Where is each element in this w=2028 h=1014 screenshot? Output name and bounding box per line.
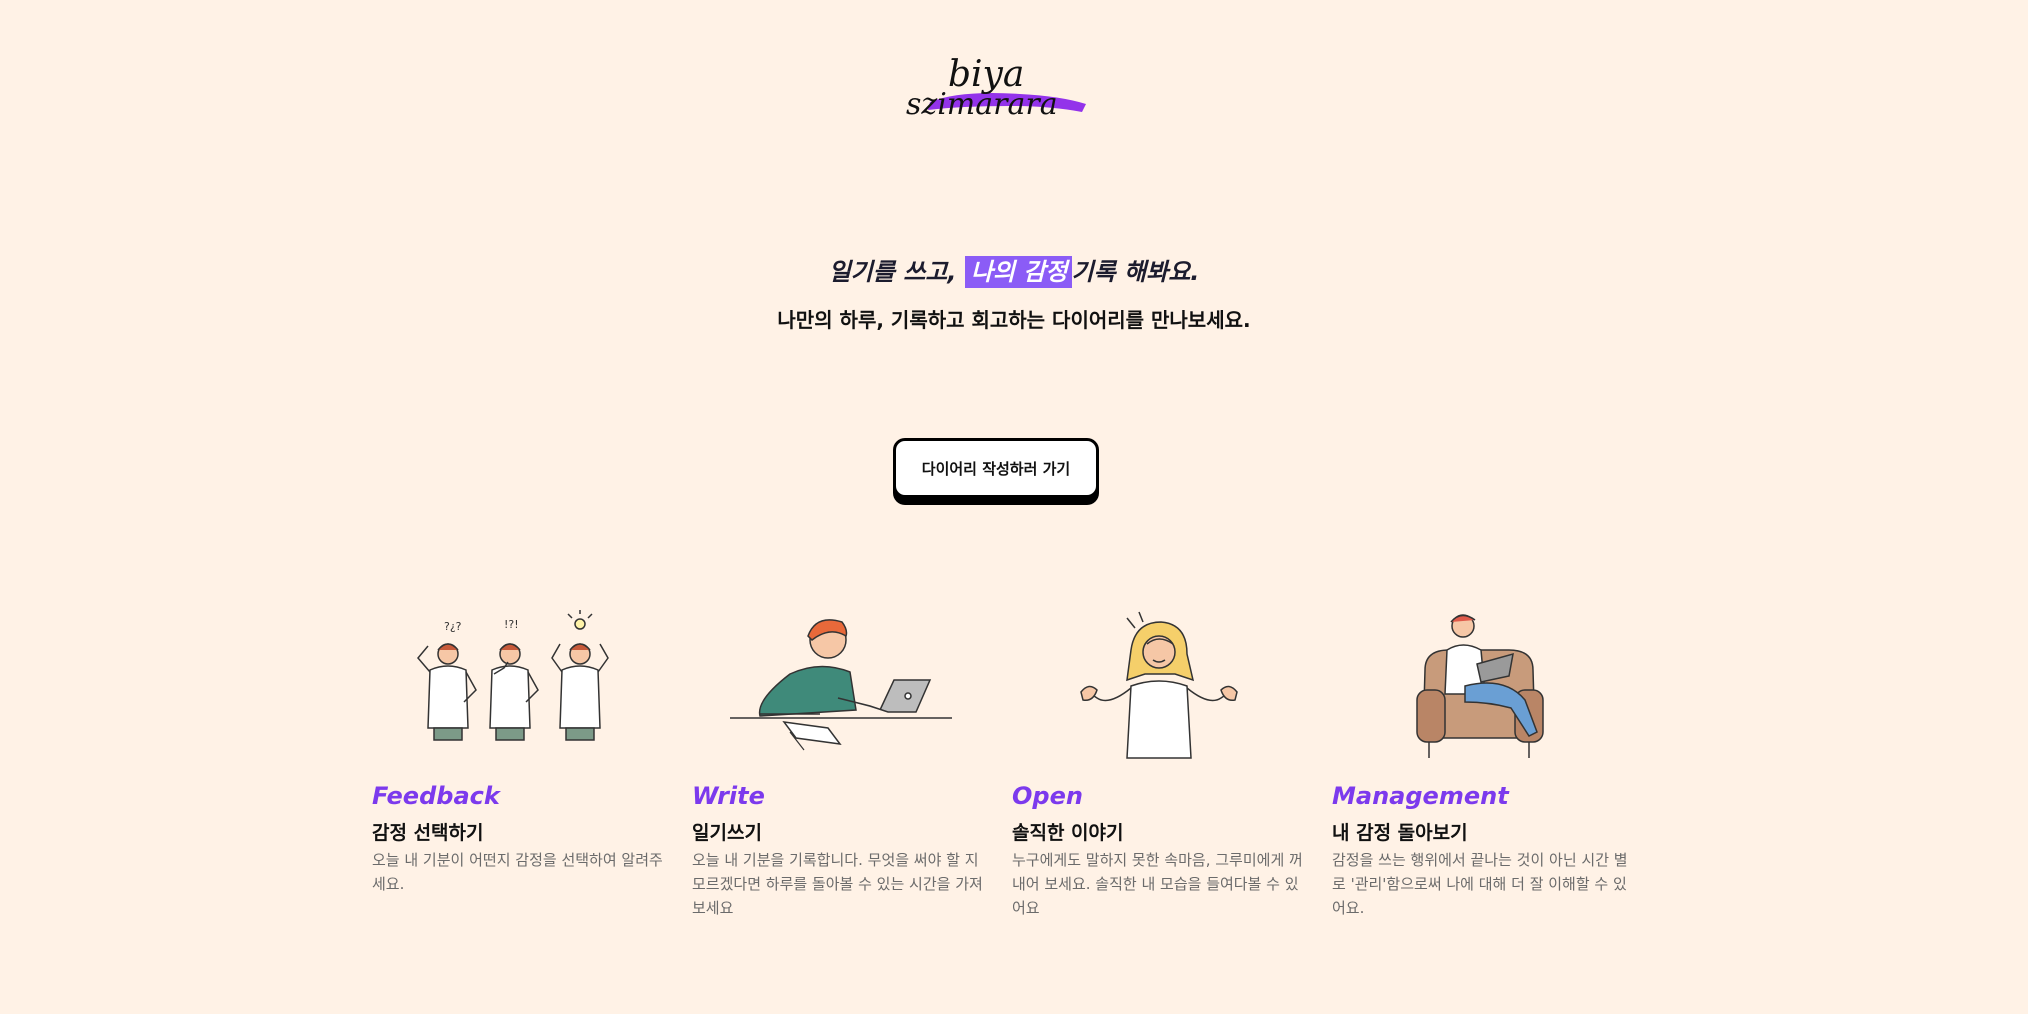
feature-tag: Management	[1332, 782, 1509, 810]
hero-subtitle: 나만의 하루, 기록하고 회고하는 다이어리를 만나보세요.	[777, 308, 1251, 332]
feature-description: 오늘 내 기분을 기록합니다. 무엇을 써야 할 지 모르겠다면 하루를 돌아볼…	[692, 851, 983, 917]
thinking-people-illustration: ?¿? !?!	[372, 600, 668, 760]
hero-title-before: 일기를 쓰고,	[828, 258, 965, 286]
person-laptop-illustration	[692, 600, 988, 760]
write-diary-button[interactable]: 다이어리 작성하러 가기	[893, 438, 1099, 498]
armchair-laptop-illustration	[1332, 600, 1628, 760]
feature-open: Open 솔직한 이야기 누구에게도 말하지 못한 속마음, 그루미에게 꺼내어…	[1012, 600, 1308, 920]
feature-write: Write 일기쓰기 오늘 내 기분을 기록합니다. 무엇을 써야 할 지 모르…	[692, 600, 988, 920]
svg-text:?¿?: ?¿?	[444, 620, 462, 633]
svg-text:!?!: !?!	[504, 618, 519, 631]
feature-description: 누구에게도 말하지 못한 속마음, 그루미에게 꺼내어 보세요. 솔직한 내 모…	[1012, 851, 1303, 917]
hero-title: 일기를 쓰고, 나의 감정 기록 해봐요.	[0, 252, 2028, 292]
hero-title-after: 기록 해봐요.	[1071, 258, 1200, 286]
feature-tag: Feedback	[372, 782, 500, 810]
feature-title: 내 감정 돌아보기	[1332, 822, 1468, 844]
shrugging-woman-illustration	[1012, 600, 1308, 760]
logo-line2: szimarara	[906, 87, 1058, 122]
feature-management: Management 내 감정 돌아보기 감정을 쓰는 행위에서 끝나는 것이 …	[1332, 600, 1628, 920]
feature-tag: Open	[1012, 782, 1083, 810]
feature-title: 감정 선택하기	[372, 822, 484, 844]
site-logo[interactable]: biya szimarara	[900, 40, 1090, 130]
feature-title: 솔직한 이야기	[1012, 822, 1124, 844]
feature-feedback: ?¿? !?! Feedback 감정 선택하기 오늘 내 기분이 어떤지 감정…	[372, 600, 668, 896]
feature-description: 오늘 내 기분이 어떤지 감정을 선택하여 알려주세요.	[372, 851, 663, 893]
feature-title: 일기쓰기	[692, 822, 762, 844]
hero-title-highlight: 나의 감정	[964, 256, 1072, 288]
feature-description: 감정을 쓰는 행위에서 끝나는 것이 아닌 시간 별로 '관리'함으로써 나에 …	[1332, 851, 1628, 917]
feature-tag: Write	[692, 782, 765, 810]
